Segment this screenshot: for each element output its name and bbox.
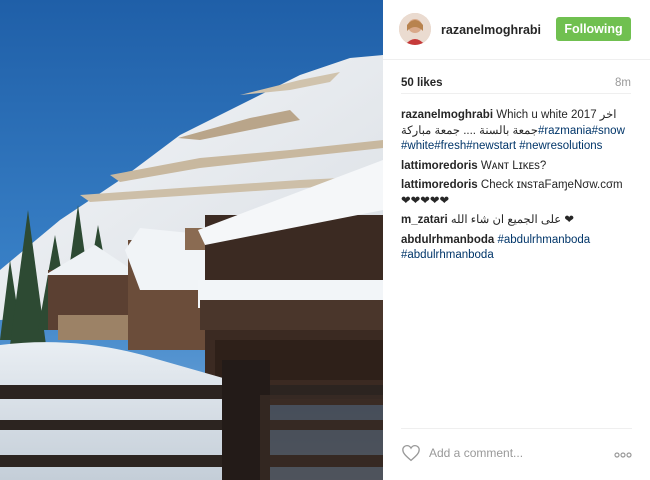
hashtag-link[interactable]: #abdulrhmanboda [401, 249, 494, 261]
likes-count[interactable]: 50 likes [401, 77, 443, 89]
list-item: lattimoredoris Wᴀɴт Lɪĸᴇѕ? [401, 159, 629, 175]
post-meta: 50 likes 8m [401, 75, 631, 94]
comment-text: Wᴀɴт Lɪĸᴇѕ? [480, 159, 547, 172]
hashtag-link[interactable]: #razmania [538, 125, 592, 137]
list-item: abdulrhmanboda #abdulrhmanboda #abdulrhm… [401, 233, 629, 264]
caption-comment: razanelmoghrabi Which u white 2017 اخر ج… [401, 108, 629, 155]
avatar[interactable] [399, 13, 431, 45]
post-details-panel: razanelmoghrabi Following 50 likes 8m ra… [383, 0, 650, 480]
comment-username[interactable]: m_zatari [401, 214, 448, 226]
comment-username[interactable]: lattimoredoris [401, 179, 478, 191]
comment-username[interactable]: abdulrhmanboda [401, 234, 494, 246]
snow-mountain-chalet-image [0, 0, 383, 480]
comment-footer [401, 428, 632, 469]
post-time[interactable]: 8m [615, 77, 631, 89]
hashtag-link[interactable]: #white [401, 140, 434, 152]
list-item: m_zatari على الجميع ان شاء الله ❤ [401, 213, 629, 229]
more-options-icon[interactable] [614, 447, 632, 458]
comments-list: razanelmoghrabi Which u white 2017 اخر ج… [401, 108, 629, 268]
post-header: razanelmoghrabi Following [383, 0, 650, 60]
hashtag-link[interactable]: #abdulrhmanboda [497, 234, 590, 246]
hashtag-link[interactable]: #newstart [466, 140, 516, 152]
hashtag-link[interactable]: #fresh [434, 140, 466, 152]
following-button[interactable]: Following [556, 17, 631, 41]
comment-text: على الجميع ان شاء الله ❤ [450, 214, 574, 226]
hashtag-link[interactable]: #snow [592, 125, 625, 137]
list-item: lattimoredoris Check ɪɴѕтaFaɱeNσw.cσm ❤❤… [401, 178, 629, 209]
post-username[interactable]: razanelmoghrabi [441, 23, 541, 37]
comment-input[interactable] [429, 444, 599, 462]
profile-photo-icon [399, 13, 431, 45]
heart-outline-icon[interactable] [401, 444, 421, 462]
comment-username[interactable]: lattimoredoris [401, 160, 478, 172]
post-photo[interactable] [0, 0, 383, 480]
comment-username[interactable]: razanelmoghrabi [401, 109, 493, 121]
hashtag-link[interactable]: #newresolutions [519, 140, 602, 152]
